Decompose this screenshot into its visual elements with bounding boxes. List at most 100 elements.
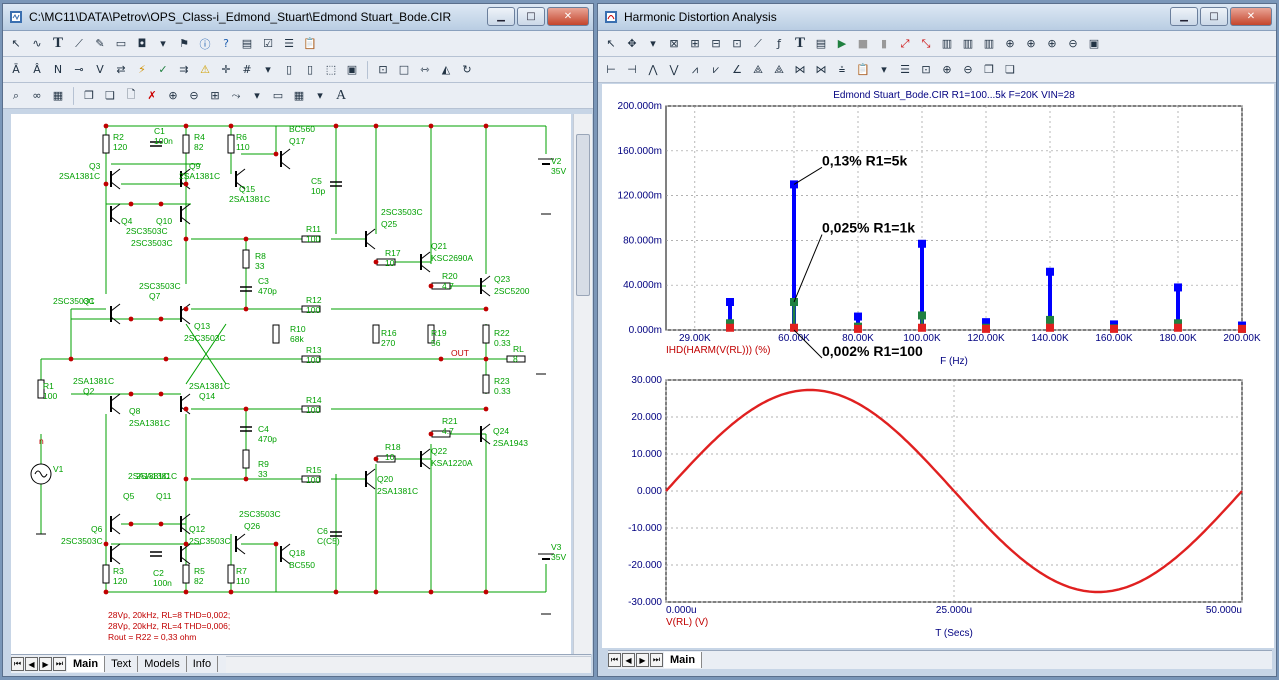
dropdown-icon[interactable]: ▾ [248, 87, 266, 105]
zoom-out-icon[interactable]: ⊖ [1064, 35, 1082, 53]
slope-icon[interactable]: ⟋ [749, 35, 767, 53]
box-icon[interactable]: ▭ [269, 87, 287, 105]
tab-text[interactable]: Text [105, 656, 139, 672]
zoom-x-icon[interactable]: ⊕ [1001, 35, 1019, 53]
minimize-button[interactable]: ▁ [487, 7, 515, 26]
cross-icon[interactable]: ✛ [217, 61, 235, 79]
schematic-horizontal-scrollbar[interactable] [226, 655, 591, 673]
properties-icon[interactable]: ▤ [238, 35, 256, 53]
low-icon[interactable]: ⩗ [707, 61, 725, 79]
cursor-mode-icon[interactable]: ▥ [938, 35, 956, 53]
attr-b-icon[interactable]: Â [28, 61, 46, 79]
zoom-region-icon[interactable]: ⊕ [1043, 35, 1061, 53]
cursor-mode2-icon[interactable]: ▥ [959, 35, 977, 53]
copy-icon[interactable]: ❐ [80, 87, 98, 105]
clipboard-icon[interactable]: 📋 [301, 35, 319, 53]
run-icon[interactable]: ▶ [833, 35, 851, 53]
cursor-left-icon[interactable]: ⊢ [602, 61, 620, 79]
first-page-icon[interactable]: ⏮ [608, 653, 621, 667]
cursor-right-icon[interactable]: ⊣ [623, 61, 641, 79]
global-low-icon[interactable]: ⟁ [770, 61, 788, 79]
schematic-titlebar[interactable]: C:\MC11\DATA\Petrov\OPS_Class-i_Edmond_S… [3, 4, 593, 31]
zoom-in-icon[interactable]: ⊕ [164, 87, 182, 105]
zoom-fit-icon[interactable]: ⊞ [206, 87, 224, 105]
layout-icon[interactable]: ▦ [290, 87, 308, 105]
node-numbers-icon[interactable]: N [49, 61, 67, 79]
schematic-canvas[interactable]: R2 120 C1 100n R4 82 R6 110 Q17 BC560 Q3 2SA1381C Q9… [11, 114, 571, 654]
rect-icon[interactable]: □ [395, 61, 413, 79]
scroll-thumb[interactable] [576, 134, 590, 296]
cursor-mode3-icon[interactable]: ▥ [980, 35, 998, 53]
tab-main[interactable]: Main [67, 656, 106, 672]
select-arrow-icon[interactable]: ↖ [602, 35, 620, 53]
resize-icon[interactable]: ⊡ [374, 61, 392, 79]
tab-main[interactable]: Main [664, 652, 703, 668]
text-tool-icon[interactable]: T [49, 35, 67, 53]
zoom-out-icon[interactable]: ⊖ [185, 87, 203, 105]
close-button[interactable]: ✕ [547, 7, 589, 26]
prev-page-icon[interactable]: ◀ [25, 657, 38, 671]
tokens-icon[interactable]: ⊟ [707, 35, 725, 53]
fit-icon[interactable]: ⊡ [917, 61, 935, 79]
first-page-icon[interactable]: ⏮ [11, 657, 24, 671]
flag-icon[interactable]: ⚑ [175, 35, 193, 53]
last-page-icon[interactable]: ⏭ [650, 653, 663, 667]
page-icon[interactable]: ▯ [280, 61, 298, 79]
harmonic-titlebar[interactable]: Harmonic Distortion Analysis ▁ □ ✕ [598, 4, 1276, 31]
last-page-icon[interactable]: ⏭ [53, 657, 66, 671]
paste-icon[interactable]: ❏ [1001, 61, 1019, 79]
step2-icon[interactable]: ⤡ [917, 35, 935, 53]
tab-info[interactable]: Info [187, 656, 219, 672]
panel-icon[interactable]: ▣ [343, 61, 361, 79]
arrows-icon[interactable]: ⇄ [112, 61, 130, 79]
component-icon[interactable]: ◘ [133, 35, 151, 53]
limits-icon[interactable]: ▣ [1085, 35, 1103, 53]
maximize-button[interactable]: □ [517, 7, 545, 26]
voltage-icon[interactable]: V [91, 61, 109, 79]
next-page-icon[interactable]: ▶ [636, 653, 649, 667]
line-icon[interactable]: ⟋ [70, 35, 88, 53]
font-icon[interactable]: A [332, 87, 350, 105]
select-box-icon[interactable]: ⬚ [322, 61, 340, 79]
list-icon[interactable]: ☰ [896, 61, 914, 79]
zoom-in-icon[interactable]: ⊕ [938, 61, 956, 79]
new-page-icon[interactable]: 🗋 [122, 87, 140, 105]
pencil-icon[interactable]: ✎ [91, 35, 109, 53]
dropdown-icon[interactable]: ▾ [875, 61, 893, 79]
valley-icon[interactable]: ⋁ [665, 61, 683, 79]
inflection-icon[interactable]: ∠ [728, 61, 746, 79]
save-icon[interactable]: ▦ [49, 87, 67, 105]
bus-icon[interactable]: ▭ [112, 35, 130, 53]
flip-icon[interactable]: ⇿ [416, 61, 434, 79]
high-icon[interactable]: ⩘ [686, 61, 704, 79]
prev-page-icon[interactable]: ◀ [622, 653, 635, 667]
close-button[interactable]: ✕ [1230, 7, 1272, 26]
top-icon[interactable]: ⋈ [791, 61, 809, 79]
pin-icon[interactable]: ⊸ [70, 61, 88, 79]
step-icon[interactable]: ⤢ [896, 35, 914, 53]
binoculars-icon[interactable]: ∞ [28, 87, 46, 105]
probe-icon[interactable]: ⤳ [227, 87, 245, 105]
arrow-right-icon[interactable]: ⇉ [175, 61, 193, 79]
check-icon[interactable]: ✓ [154, 61, 172, 79]
grid-icon[interactable]: # [238, 61, 256, 79]
grid-list-icon[interactable]: ☰ [280, 35, 298, 53]
paste-icon[interactable]: ❏ [101, 87, 119, 105]
page2-icon[interactable]: ▯ [301, 61, 319, 79]
find-icon[interactable]: ⌕ [7, 87, 25, 105]
properties-icon[interactable]: ▤ [812, 35, 830, 53]
attr-a-icon[interactable]: Ā [7, 61, 25, 79]
maximize-button[interactable]: □ [1200, 7, 1228, 26]
pan-icon[interactable]: ✥ [623, 35, 641, 53]
zoom-out-icon[interactable]: ⊖ [959, 61, 977, 79]
text-tool-icon[interactable]: T [791, 35, 809, 53]
data-points-icon[interactable]: ⊞ [686, 35, 704, 53]
minimize-button[interactable]: ▁ [1170, 7, 1198, 26]
next-page-icon[interactable]: ▶ [39, 657, 52, 671]
formula-icon[interactable]: ƒ [770, 35, 788, 53]
lightning-icon[interactable]: ⚡ [133, 61, 151, 79]
peak-icon[interactable]: ⊡ [728, 35, 746, 53]
dropdown-icon[interactable]: ▾ [644, 35, 662, 53]
bottom-icon[interactable]: ⋈ [812, 61, 830, 79]
info-icon[interactable]: ⓘ [196, 35, 214, 53]
